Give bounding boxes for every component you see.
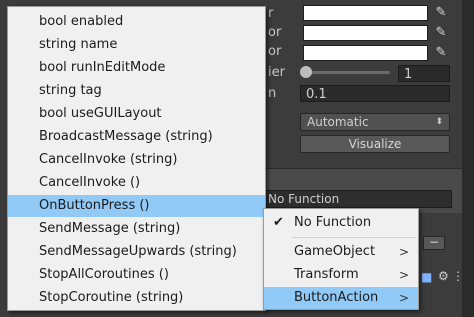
submenu-item-buttonaction[interactable]: ButtonAction > xyxy=(264,287,418,309)
chevron-right-icon: > xyxy=(398,245,409,259)
function-dropdown[interactable]: No Function xyxy=(262,190,452,208)
function-popup-menu: bool enabled string name bool runInEditM… xyxy=(7,6,266,311)
submenu-item-gameobject[interactable]: GameObject > xyxy=(264,241,418,263)
eyedropper-icon[interactable]: ✎ xyxy=(434,26,448,40)
submenu-item-label: Transform xyxy=(294,267,359,282)
help-icon[interactable]: ■ xyxy=(421,270,432,284)
row-label-3: or xyxy=(268,44,282,59)
menu-item[interactable]: StopAllCoroutines () xyxy=(8,264,265,286)
menu-item[interactable]: string name xyxy=(8,34,265,56)
eyedropper-icon[interactable]: ✎ xyxy=(434,6,448,20)
color-field-2[interactable] xyxy=(303,25,428,41)
chevron-right-icon: > xyxy=(398,268,409,282)
check-icon: ✔ xyxy=(273,215,284,230)
menu-item[interactable]: CancelInvoke (string) xyxy=(8,149,265,171)
navigation-value: Automatic xyxy=(307,115,369,129)
menu-item[interactable]: SendMessage (string) xyxy=(8,218,265,240)
function-submenu: ✔ No Function GameObject > Transform > B… xyxy=(263,208,419,310)
gear-icon[interactable]: ⚙ xyxy=(438,269,449,283)
menu-item[interactable]: BroadcastMessage (string) xyxy=(8,126,265,148)
menu-separator xyxy=(292,237,416,238)
float-field[interactable]: 0.1 xyxy=(300,85,450,102)
more-icon[interactable]: ⋮ xyxy=(452,269,464,283)
slider-value-field[interactable]: 1 xyxy=(398,65,450,82)
eyedropper-icon[interactable]: ✎ xyxy=(434,46,448,60)
row-label-5: n xyxy=(268,86,277,101)
menu-item[interactable]: CancelInvoke () xyxy=(8,172,265,194)
submenu-item-label: GameObject xyxy=(294,244,376,259)
menu-item[interactable]: bool enabled xyxy=(8,11,265,33)
menu-item[interactable]: bool useGUILayout xyxy=(8,103,265,125)
row-label-1: r xyxy=(268,6,274,21)
submenu-item-label: ButtonAction xyxy=(294,290,379,305)
menu-item[interactable]: StopCoroutine (string) xyxy=(8,287,265,309)
chevron-right-icon: > xyxy=(398,291,409,305)
visualize-button[interactable]: Visualize xyxy=(300,135,450,153)
submenu-item-no-function[interactable]: ✔ No Function xyxy=(264,212,418,234)
menu-item[interactable]: bool runInEditMode xyxy=(8,57,265,79)
navigation-dropdown[interactable]: Automatic ⬍ xyxy=(300,113,450,131)
row-label-4: ier xyxy=(268,65,285,80)
slider-handle[interactable] xyxy=(300,66,312,78)
submenu-item-transform[interactable]: Transform > xyxy=(264,264,418,286)
submenu-item-label: No Function xyxy=(294,215,372,230)
menu-item[interactable]: SendMessageUpwards (string) xyxy=(8,241,265,263)
menu-item-highlighted[interactable]: OnButtonPress () xyxy=(8,195,265,217)
slider-track[interactable] xyxy=(305,71,390,74)
color-field-1[interactable] xyxy=(303,5,428,21)
dropdown-arrows-icon: ⬍ xyxy=(435,117,443,127)
color-field-3[interactable] xyxy=(303,45,428,61)
remove-listener-button[interactable]: − xyxy=(423,236,445,250)
row-label-2: or xyxy=(268,25,282,40)
menu-item[interactable]: string tag xyxy=(8,80,265,102)
